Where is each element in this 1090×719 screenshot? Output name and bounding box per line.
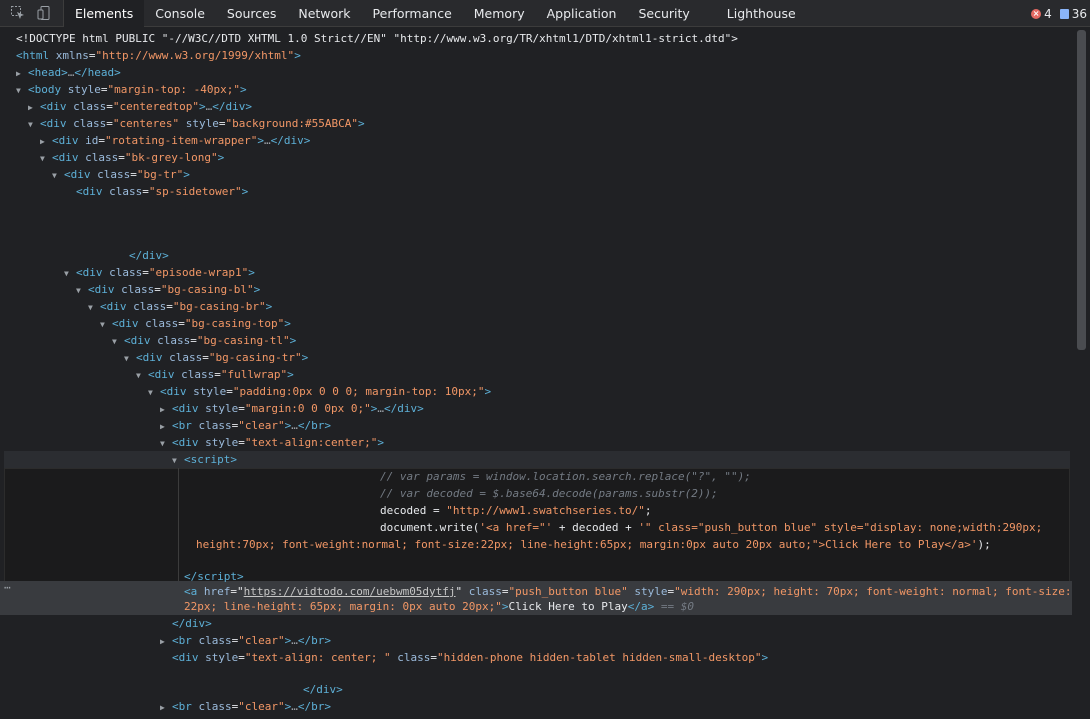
collapse-arrow-icon: ▼ <box>88 303 93 312</box>
tab-elements[interactable]: Elements <box>64 0 145 27</box>
tab-performance[interactable]: Performance <box>362 0 463 27</box>
rotating-item-wrapper-node[interactable]: ▶ <div id="rotating-item-wrapper">…</div> <box>40 132 1072 149</box>
collapse-arrow-icon: ▼ <box>100 320 105 329</box>
sp-sidetower-node[interactable]: <div class="sp-sidetower"> <box>76 183 1072 200</box>
selected-anchor-node-cont[interactable]: 22px; line-height: 65px; margin: 0px aut… <box>184 598 1072 615</box>
episode-wrap1-node[interactable]: ▼ <div class="episode-wrap1"> <box>64 264 1072 281</box>
script-node[interactable]: ▼ <script> <box>172 451 1072 468</box>
tab-application[interactable]: Application <box>536 0 628 27</box>
tab-network[interactable]: Network <box>287 0 361 27</box>
bg-casing-top-node[interactable]: ▼ <div class="bg-casing-top"> <box>100 315 1072 332</box>
bg-casing-br-node[interactable]: ▼ <div class="bg-casing-br"> <box>88 298 1072 315</box>
script-code-line: height:70px; font-weight:normal; font-si… <box>196 538 991 551</box>
bg-casing-tr-node[interactable]: ▼ <div class="bg-casing-tr"> <box>124 349 1072 366</box>
div-close-line[interactable]: </div> <box>172 615 1072 632</box>
collapse-arrow-icon: ▼ <box>52 171 57 180</box>
head-node[interactable]: ▶ <head>…</head> <box>16 64 1072 81</box>
expand-arrow-icon: ▶ <box>160 405 165 414</box>
bg-casing-bl-node[interactable]: ▼ <div class="bg-casing-bl"> <box>76 281 1072 298</box>
tab-memory[interactable]: Memory <box>463 0 536 27</box>
tab-lighthouse[interactable]: Lighthouse <box>701 0 807 27</box>
expand-arrow-icon: ▶ <box>16 69 21 78</box>
error-icon: × <box>1031 8 1042 19</box>
tab-sources[interactable]: Sources <box>216 0 287 27</box>
bg-tr-node[interactable]: ▼ <div class="bg-tr"> <box>52 166 1072 183</box>
devtools-toolbar: Elements Console Sources Network Perform… <box>0 0 1090 27</box>
collapse-arrow-icon: ▼ <box>124 354 129 363</box>
margin-div-node[interactable]: ▶ <div style="margin:0 0 0px 0;">…</div> <box>160 400 1072 417</box>
br-clear-node[interactable]: ▶ <br class="clear">…</br> <box>160 632 1072 649</box>
text-center-div-node[interactable]: ▼ <div style="text-align:center;"> <box>160 434 1072 451</box>
html-node[interactable]: <html xmlns="http://www.w3.org/1999/xhtm… <box>16 47 1072 64</box>
message-count: 36 <box>1071 6 1087 21</box>
error-count: 4 <box>1044 6 1052 21</box>
expand-arrow-icon: ▶ <box>160 637 165 646</box>
collapse-arrow-icon: ▼ <box>112 337 117 346</box>
scrollbar-thumb[interactable] <box>1077 30 1086 350</box>
node-actions-icon[interactable]: ⋯ <box>4 581 11 594</box>
expand-arrow-icon: ▶ <box>160 703 165 712</box>
body-node[interactable]: ▼ <body style="margin-top: -40px;"> <box>16 81 1072 98</box>
inspect-element-icon[interactable] <box>5 0 31 27</box>
tab-console[interactable]: Console <box>144 0 216 27</box>
centeredtop-node[interactable]: ▶ <div class="centeredtop">…</div> <box>28 98 1072 115</box>
fullwrap-node[interactable]: ▼ <div class="fullwrap"> <box>136 366 1072 383</box>
script-code-line: document.write('<a href="' + decoded + '… <box>380 521 1043 534</box>
br-clear-node[interactable]: ▶ <br class="clear">…</br> <box>160 698 1072 715</box>
collapse-arrow-icon: ▼ <box>16 86 21 95</box>
tab-security[interactable]: Security <box>627 0 700 27</box>
div-close-line[interactable]: </div> <box>303 681 1072 698</box>
expand-arrow-icon: ▶ <box>28 103 33 112</box>
href-link[interactable]: https://vidtodo.com/uebwm05dytfj <box>244 585 456 598</box>
hidden-phone-div-node[interactable]: <div style="text-align: center; " class=… <box>172 649 1072 666</box>
centeres-node[interactable]: ▼ <div class="centeres" style="background… <box>28 115 1072 132</box>
expand-arrow-icon: ▶ <box>160 422 165 431</box>
padding-div-node[interactable]: ▼ <div style="padding:0px 0 0 0; margin-t… <box>148 383 1072 400</box>
dom-tree: ⋯ <!DOCTYPE html PUBLIC "-//W3C//DTD XHT… <box>0 28 1072 719</box>
doctype-line[interactable]: <!DOCTYPE html PUBLIC "-//W3C//DTD XHTML… <box>16 30 1072 47</box>
script-comment-line: // var params = window.location.search.r… <box>380 470 751 483</box>
collapse-arrow-icon: ▼ <box>40 154 45 163</box>
bg-casing-tl-node[interactable]: ▼ <div class="bg-casing-tl"> <box>112 332 1072 349</box>
device-toolbar-icon[interactable] <box>31 0 57 27</box>
collapse-arrow-icon: ▼ <box>148 388 153 397</box>
bk-grey-long-node[interactable]: ▼ <div class="bk-grey-long"> <box>40 149 1072 166</box>
collapse-arrow-icon: ▼ <box>136 371 141 380</box>
collapse-arrow-icon: ▼ <box>160 439 165 448</box>
script-code-line: decoded = "http://www1.swatchseries.to/"… <box>380 504 652 517</box>
message-icon <box>1059 8 1069 19</box>
collapse-arrow-icon: ▼ <box>76 286 81 295</box>
collapse-arrow-icon: ▼ <box>64 269 69 278</box>
expand-arrow-icon: ▶ <box>40 137 45 146</box>
collapse-arrow-icon: ▼ <box>28 120 33 129</box>
div-close-line[interactable]: </div> <box>129 247 1072 264</box>
script-guide-line <box>178 468 179 583</box>
br-clear-node[interactable]: ▶ <br class="clear">…</br> <box>160 417 1072 434</box>
issue-counts[interactable]: × 4 36 <box>1031 0 1087 27</box>
script-comment-line: // var decoded = $.base64.decode(params.… <box>380 487 718 500</box>
collapse-arrow-icon: ▼ <box>172 456 177 465</box>
